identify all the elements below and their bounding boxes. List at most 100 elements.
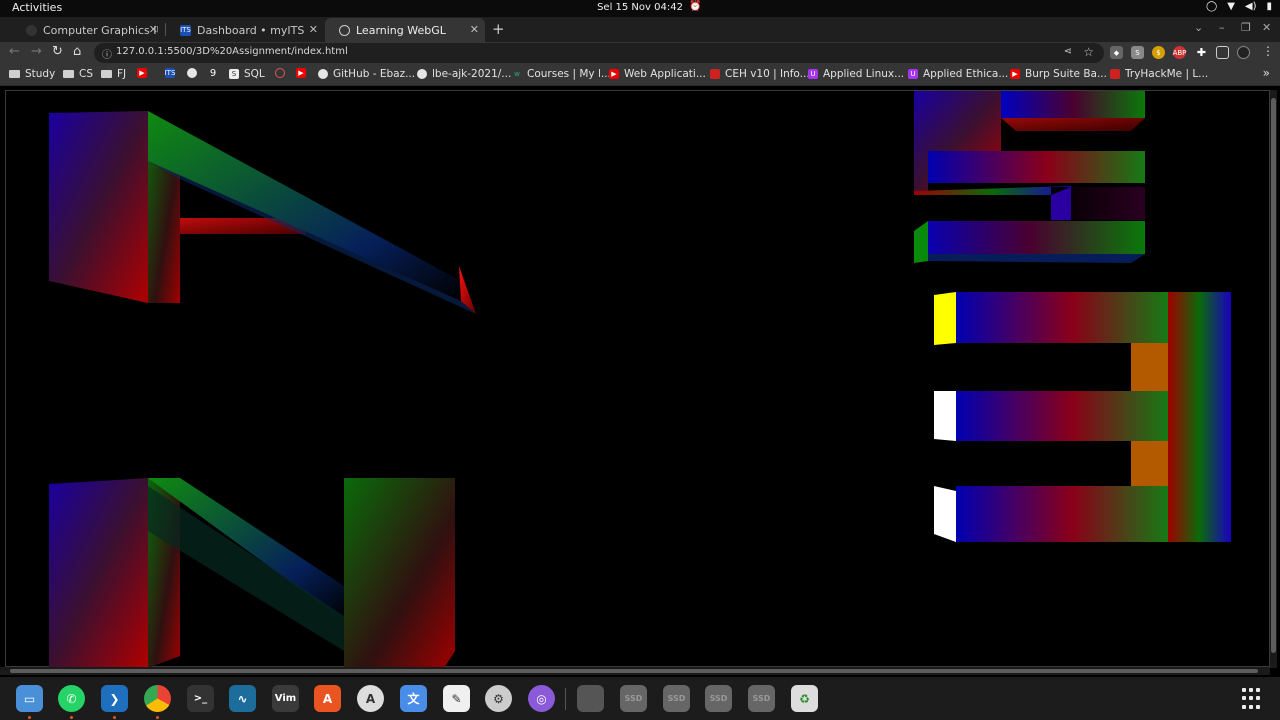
letter-n-shape bbox=[49, 478, 455, 668]
vertical-scrollbar[interactable] bbox=[1270, 90, 1277, 668]
ssd-drive-icon[interactable]: SSD bbox=[748, 685, 775, 712]
back-button[interactable]: ← bbox=[9, 44, 20, 59]
ssd-drive-icon[interactable]: SSD bbox=[705, 685, 732, 712]
profile-avatar[interactable] bbox=[1237, 46, 1250, 59]
bookmarks-bar: Study CS FJ ▶ ITS 9 S SQL ▶ GitHub - Ebaz… bbox=[0, 64, 1280, 86]
letter-e-top-shape bbox=[914, 91, 1145, 263]
udemy-icon: U bbox=[908, 69, 918, 79]
vscode-app-icon[interactable]: ❯ bbox=[101, 685, 128, 712]
github-icon bbox=[417, 69, 427, 79]
files-app-icon[interactable]: ▭ bbox=[16, 685, 43, 712]
extensions-puzzle-icon[interactable]: ✚ bbox=[1195, 46, 1208, 59]
vim-app-icon[interactable]: Vim bbox=[272, 685, 299, 712]
whatsapp-app-icon[interactable]: ✆ bbox=[58, 685, 85, 712]
tab-learning-webgl[interactable]: Learning WebGL ✕ bbox=[325, 18, 485, 42]
bookmark-burp-suite[interactable]: ▶ Burp Suite Ba... bbox=[1010, 68, 1107, 80]
restore-button[interactable]: ❐ bbox=[1241, 21, 1251, 34]
bookmark-youtube[interactable]: ▶ bbox=[137, 68, 152, 78]
matlab-app-icon[interactable]: ∿ bbox=[229, 685, 256, 712]
tab-computer-graphics[interactable]: Computer Graphics IUP 2( ✕ bbox=[12, 18, 164, 42]
folder-icon bbox=[9, 70, 20, 78]
its-icon: ITS bbox=[180, 24, 191, 36]
tab-dashboard-myits[interactable]: ITS Dashboard • myITS ✕ bbox=[166, 18, 324, 42]
minimize-button[interactable]: – bbox=[1219, 21, 1225, 34]
ssd-drive-icon[interactable]: SSD bbox=[620, 685, 647, 712]
bookmark-web-applications[interactable]: ▶ Web Applicati... bbox=[609, 68, 706, 80]
letter-a-shape bbox=[49, 111, 476, 314]
battery-icon[interactable]: ▮ bbox=[1266, 1, 1272, 12]
sql-icon: S bbox=[229, 69, 239, 79]
terminal-app-icon[interactable]: >_ bbox=[187, 685, 214, 712]
youtube-icon: ▶ bbox=[1010, 69, 1020, 79]
wifi-icon[interactable]: ▼ bbox=[1227, 1, 1235, 12]
horizontal-scrollbar[interactable] bbox=[0, 667, 1270, 675]
chrome-app-icon[interactable] bbox=[144, 685, 171, 712]
volume-icon[interactable]: ◀) bbox=[1245, 1, 1257, 12]
system-tray[interactable]: ◯ ▼ ◀) ▮ bbox=[1206, 1, 1272, 12]
share-icon[interactable]: ⋖ bbox=[1064, 46, 1072, 57]
new-tab-button[interactable]: + bbox=[492, 20, 505, 38]
bookmark-tryhackme[interactable]: TryHackMe | L... bbox=[1110, 68, 1208, 80]
tab-search-icon[interactable]: ⌄ bbox=[1194, 21, 1203, 34]
adblock-icon[interactable]: ABP bbox=[1173, 46, 1186, 59]
text-editor-icon[interactable]: ✎ bbox=[443, 685, 470, 712]
bookmark-applied-ethical[interactable]: U Applied Ethica... bbox=[908, 68, 1008, 80]
yellow-face bbox=[934, 292, 956, 345]
forward-button[interactable]: → bbox=[31, 44, 42, 59]
bookmark-lbe-ajk[interactable]: lbe-ajk-2021/... bbox=[417, 68, 511, 80]
settings-app-icon[interactable]: ⚙ bbox=[485, 685, 512, 712]
github-icon bbox=[318, 69, 328, 79]
clock[interactable]: Sel 15 Nov 04:42 bbox=[0, 2, 1280, 13]
site-info-icon[interactable]: ⓘ bbox=[102, 46, 112, 61]
webgl-canvas[interactable] bbox=[5, 90, 1270, 668]
reload-button[interactable]: ↻ bbox=[52, 44, 63, 59]
close-tab-icon[interactable]: ✕ bbox=[309, 23, 318, 36]
tab-strip: Computer Graphics IUP 2( ✕ ITS Dashboard… bbox=[0, 17, 1280, 42]
menu-kebab-icon[interactable]: ⋮ bbox=[1262, 44, 1274, 58]
bookmark-fj[interactable]: FJ bbox=[101, 68, 126, 80]
side-panel-icon[interactable] bbox=[1216, 46, 1229, 59]
address-bar[interactable]: ⓘ 127.0.0.1:5500/3D%20Assignment/index.h… bbox=[94, 43, 1104, 63]
close-tab-icon[interactable]: ✕ bbox=[470, 23, 479, 36]
github-icon bbox=[187, 68, 197, 78]
its-icon: ITS bbox=[164, 68, 176, 78]
translate-app-icon[interactable]: 文 bbox=[400, 685, 427, 712]
whatsapp-tray-icon[interactable]: ◯ bbox=[1206, 1, 1217, 12]
globe-icon bbox=[339, 24, 350, 36]
show-applications-icon[interactable] bbox=[1242, 688, 1264, 710]
bookmark-star-icon[interactable]: ☆ bbox=[1083, 45, 1094, 59]
extension-coin-icon[interactable]: $ bbox=[1152, 46, 1165, 59]
app-store-icon[interactable]: A bbox=[357, 685, 384, 712]
folder-icon bbox=[63, 70, 74, 78]
close-tab-icon[interactable]: ✕ bbox=[149, 23, 158, 36]
more-bookmarks-icon[interactable]: » bbox=[1263, 66, 1270, 80]
bookmark-youtube-2[interactable]: ▶ bbox=[296, 68, 311, 78]
bookmark-circle[interactable] bbox=[275, 68, 290, 78]
tryhackme-icon bbox=[1110, 69, 1120, 79]
bookmark-sql[interactable]: S SQL bbox=[229, 68, 265, 80]
bookmark-github-ebaz[interactable]: GitHub - Ebaz... bbox=[318, 68, 415, 80]
bookmark-github[interactable] bbox=[187, 68, 202, 78]
bookmark-cs[interactable]: CS bbox=[63, 68, 93, 80]
bookmark-study[interactable]: Study bbox=[9, 68, 55, 80]
bookmark-nine[interactable]: 9 bbox=[208, 67, 223, 79]
trash-icon[interactable]: ♻ bbox=[791, 685, 818, 712]
drive-icon[interactable] bbox=[577, 685, 604, 712]
nine-icon: 9 bbox=[209, 67, 217, 79]
bookmark-its[interactable]: ITS bbox=[165, 68, 180, 78]
close-window-button[interactable]: ✕ bbox=[1262, 21, 1271, 34]
courses-icon: w bbox=[514, 70, 520, 78]
youtube-icon: ▶ bbox=[137, 68, 147, 78]
home-button[interactable]: ⌂ bbox=[73, 44, 81, 59]
bookmark-applied-linux[interactable]: U Applied Linux... bbox=[808, 68, 904, 80]
extension-s-icon[interactable]: S bbox=[1131, 46, 1144, 59]
ceh-icon bbox=[710, 69, 720, 79]
bookmark-courses[interactable]: w Courses | My l... bbox=[512, 68, 611, 80]
browser-toolbar: ← → ↻ ⌂ ⓘ 127.0.0.1:5500/3D%20Assignment… bbox=[0, 42, 1280, 64]
extension-shield-icon[interactable]: ◆ bbox=[1110, 46, 1123, 59]
software-center-icon[interactable]: A bbox=[314, 685, 341, 712]
tor-browser-icon[interactable]: ◎ bbox=[528, 685, 555, 712]
ssd-drive-icon[interactable]: SSD bbox=[663, 685, 690, 712]
bookmark-ceh[interactable]: CEH v10 | Info... bbox=[710, 68, 810, 80]
url-text[interactable]: 127.0.0.1:5500/3D%20Assignment/index.htm… bbox=[116, 46, 348, 57]
